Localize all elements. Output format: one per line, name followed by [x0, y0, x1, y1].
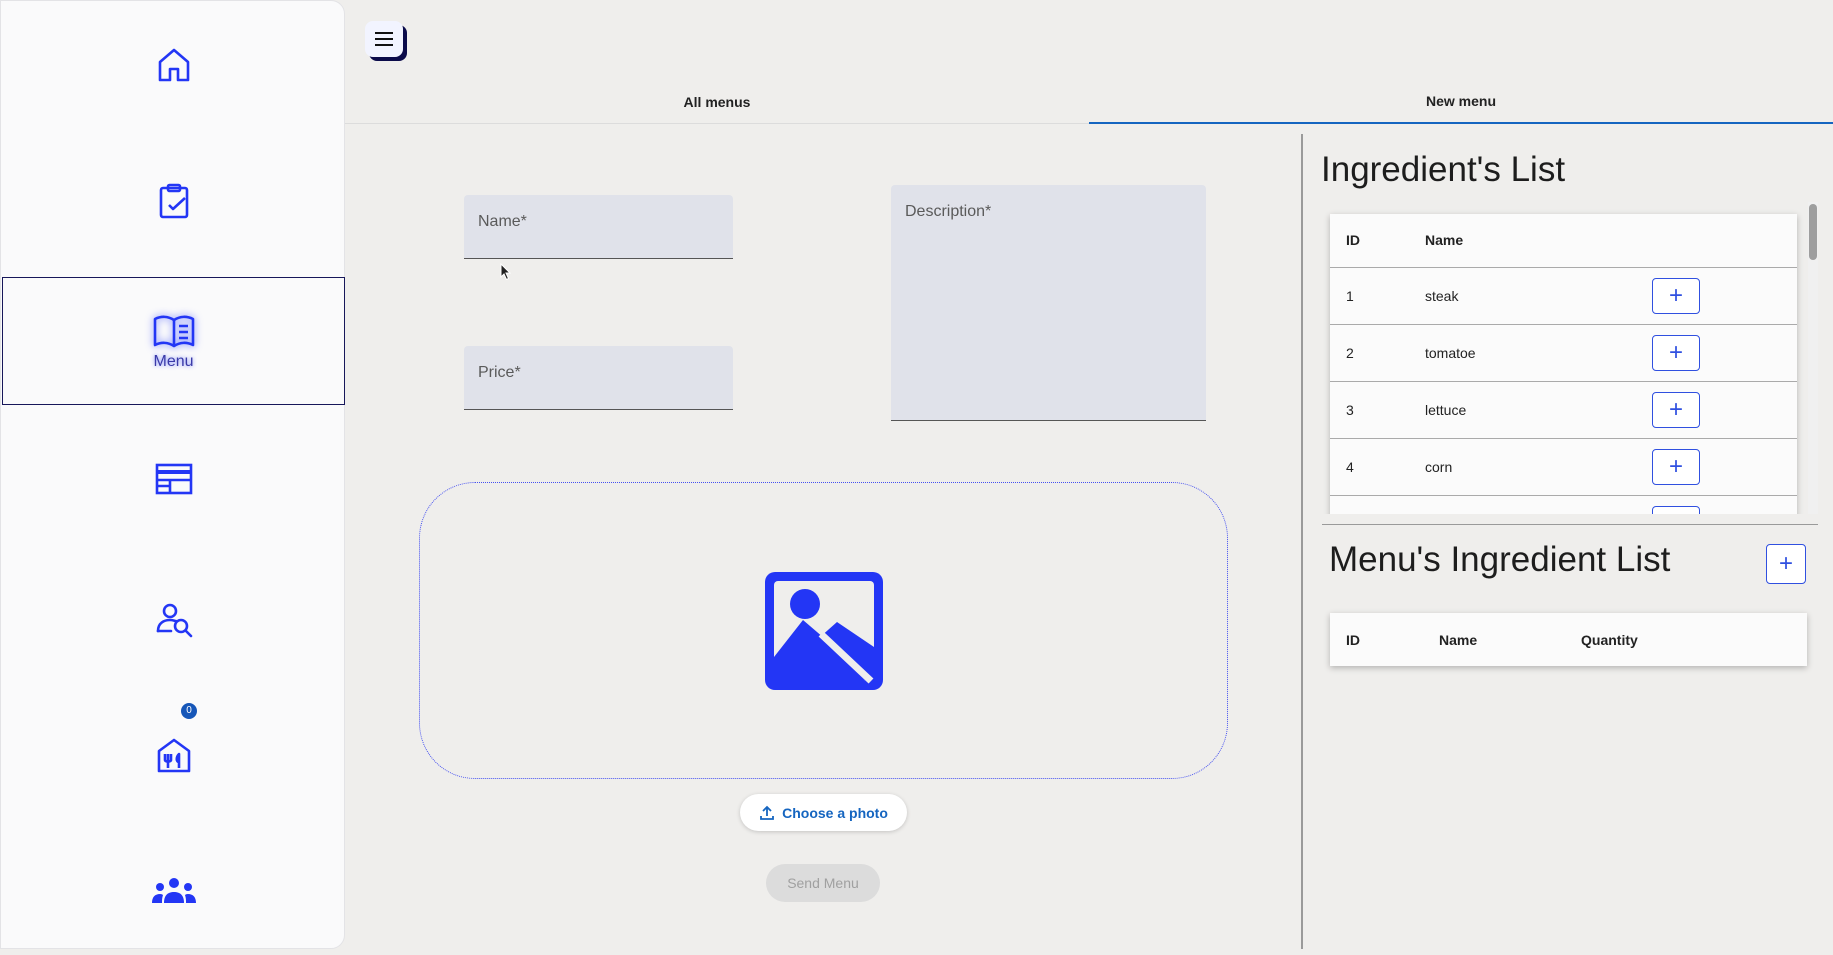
upload-icon: [760, 805, 775, 820]
description-field[interactable]: Description*: [891, 185, 1206, 421]
ingredient-id: 1: [1346, 288, 1354, 304]
photo-dropzone[interactable]: [419, 482, 1228, 779]
group-icon: [151, 878, 196, 903]
sidebar-item-staff[interactable]: [1, 827, 346, 955]
table-row: 3 lettuce +: [1330, 381, 1797, 438]
menu-ingredients-col-name: Name: [1439, 632, 1478, 648]
sidebar-item-orders[interactable]: [1, 137, 346, 265]
add-menu-ingredient-button[interactable]: +: [1766, 544, 1806, 584]
menu-book-icon: [153, 315, 194, 348]
image-icon: [764, 571, 883, 690]
hamburger-button[interactable]: [365, 21, 403, 57]
horizontal-divider: [1322, 524, 1818, 525]
clipboard-check-icon: [159, 183, 188, 219]
vertical-divider: [1301, 134, 1303, 949]
price-field-label: Price*: [478, 364, 521, 381]
ingredients-title: Ingredient's List: [1321, 150, 1566, 189]
sidebar: Menu 0: [0, 0, 345, 949]
ingredient-id: 3: [1346, 402, 1354, 418]
sidebar-item-reservations[interactable]: [1, 415, 346, 543]
sidebar-item-home[interactable]: [1, 1, 346, 129]
send-menu-button[interactable]: Send Menu: [766, 864, 880, 902]
name-field-label: Name*: [478, 213, 527, 230]
add-ingredient-button[interactable]: +: [1652, 392, 1700, 428]
table-row: 1 steak +: [1330, 267, 1797, 324]
ingredient-name: lettuce: [1425, 402, 1467, 418]
ingredient-name: corn: [1425, 459, 1453, 475]
hamburger-icon: [375, 32, 393, 46]
sidebar-item-customers[interactable]: [1, 555, 346, 683]
ingredients-scroll-area[interactable]: ID Name 1 steak + 2 tomatoe + 3 lettuce …: [1322, 200, 1810, 514]
scrollbar-thumb[interactable]: [1809, 204, 1817, 260]
add-ingredient-button[interactable]: +: [1652, 335, 1700, 371]
ingredient-name: tomatoe: [1425, 345, 1476, 361]
user-search-icon: [156, 603, 192, 638]
sidebar-item-label: Menu: [153, 353, 194, 370]
choose-photo-label: Choose a photo: [782, 804, 888, 821]
sidebar-item-menu[interactable]: Menu: [2, 277, 345, 405]
restaurant-icon: [157, 738, 190, 773]
menu-ingredients-col-id: ID: [1346, 632, 1360, 648]
tab-all-menus[interactable]: All menus: [345, 80, 1089, 124]
tab-bar: All menus New menu: [345, 80, 1833, 124]
add-ingredient-button[interactable]: +: [1652, 506, 1700, 514]
menu-ingredients-title: Menu's Ingredient List: [1329, 540, 1671, 579]
ingredient-id: 4: [1346, 459, 1354, 475]
name-field[interactable]: Name*: [464, 195, 733, 259]
table-row: 4 corn +: [1330, 438, 1797, 495]
menu-ingredients-table: ID Name Quantity: [1330, 613, 1807, 666]
ingredient-name: steak: [1425, 288, 1459, 304]
ingredients-col-name: Name: [1425, 232, 1464, 248]
ingredients-col-id: ID: [1346, 232, 1360, 248]
ingredients-table: ID Name 1 steak + 2 tomatoe + 3 lettuce …: [1330, 214, 1797, 514]
ingredient-id: 2: [1346, 345, 1354, 361]
calendar-table-icon: [155, 463, 192, 495]
menu-ingredients-col-quantity: Quantity: [1581, 632, 1638, 648]
description-field-label: Description*: [905, 203, 992, 220]
sidebar-item-restaurant[interactable]: 0: [1, 691, 346, 819]
add-ingredient-button[interactable]: +: [1652, 449, 1700, 485]
home-icon: [158, 48, 189, 82]
notification-badge: 0: [181, 703, 197, 719]
price-field[interactable]: Price*: [464, 346, 733, 410]
table-row: +: [1330, 495, 1797, 514]
add-ingredient-button[interactable]: +: [1652, 278, 1700, 314]
tab-new-menu[interactable]: New menu: [1089, 80, 1833, 124]
table-row: 2 tomatoe +: [1330, 324, 1797, 381]
ingredients-scrollbar[interactable]: [1808, 202, 1818, 514]
choose-photo-button[interactable]: Choose a photo: [740, 794, 907, 831]
mouse-cursor: [500, 263, 512, 281]
